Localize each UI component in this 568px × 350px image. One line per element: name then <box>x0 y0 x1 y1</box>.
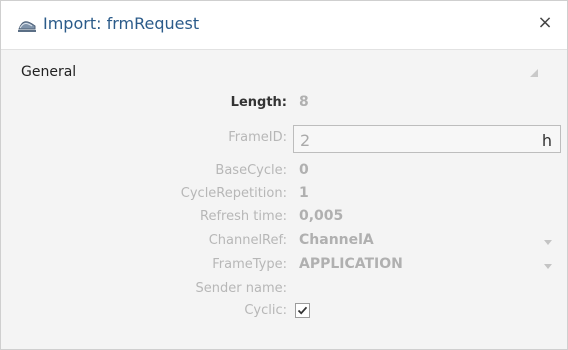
base-cycle-value: 0 <box>299 162 309 178</box>
base-cycle-label: BaseCycle: <box>215 163 287 178</box>
row-frame-type[interactable]: FrameType: APPLICATION <box>1 254 567 276</box>
row-sender-name: Sender name: <box>1 278 567 300</box>
length-value: 8 <box>299 94 309 110</box>
frame-id-value: 2 <box>300 131 311 150</box>
cycle-repetition-value: 1 <box>299 185 309 201</box>
refresh-time-label: Refresh time: <box>200 209 287 224</box>
channel-ref-value: ChannelA <box>299 232 374 248</box>
row-base-cycle: BaseCycle: 0 <box>1 160 567 182</box>
row-cycle-repetition: CycleRepetition: 1 <box>1 183 567 205</box>
frame-id-unit: h <box>541 131 552 150</box>
row-cyclic: Cyclic: <box>1 300 567 322</box>
refresh-time-value: 0,005 <box>299 208 344 224</box>
row-channel-ref[interactable]: ChannelRef: ChannelA <box>1 230 567 252</box>
chevron-down-icon[interactable] <box>543 260 553 270</box>
row-length: Length: 8 <box>1 92 567 114</box>
cyclic-checkbox[interactable] <box>295 303 310 318</box>
chevron-down-icon[interactable] <box>543 236 553 246</box>
row-frame-id: FrameID: 2 h <box>1 125 567 153</box>
row-refresh-time: Refresh time: 0,005 <box>1 206 567 228</box>
section-header-general[interactable]: General <box>1 58 567 84</box>
section-label: General <box>21 64 77 80</box>
cycle-repetition-label: CycleRepetition: <box>180 186 287 201</box>
ship-icon <box>17 17 37 33</box>
frame-id-field[interactable]: 2 h <box>293 125 561 153</box>
frame-type-label: FrameType: <box>212 257 287 272</box>
properties-panel: Import: frmRequest × General Length: 8 F… <box>0 0 568 350</box>
panel-content: General Length: 8 FrameID: 2 h BaseCycle… <box>1 49 567 349</box>
sender-name-label: Sender name: <box>195 281 287 296</box>
close-button[interactable]: × <box>535 13 555 33</box>
length-label: Length: <box>230 95 287 110</box>
frame-id-label: FrameID: <box>228 130 287 145</box>
close-icon: × <box>537 12 553 33</box>
channel-ref-label: ChannelRef: <box>208 233 287 248</box>
checkmark-icon <box>297 306 308 315</box>
panel-titlebar: Import: frmRequest × <box>1 1 567 49</box>
panel-title: Import: frmRequest <box>43 14 200 33</box>
frame-type-value: APPLICATION <box>299 256 403 272</box>
collapse-triangle-icon[interactable] <box>529 67 539 77</box>
cyclic-label: Cyclic: <box>244 303 287 318</box>
